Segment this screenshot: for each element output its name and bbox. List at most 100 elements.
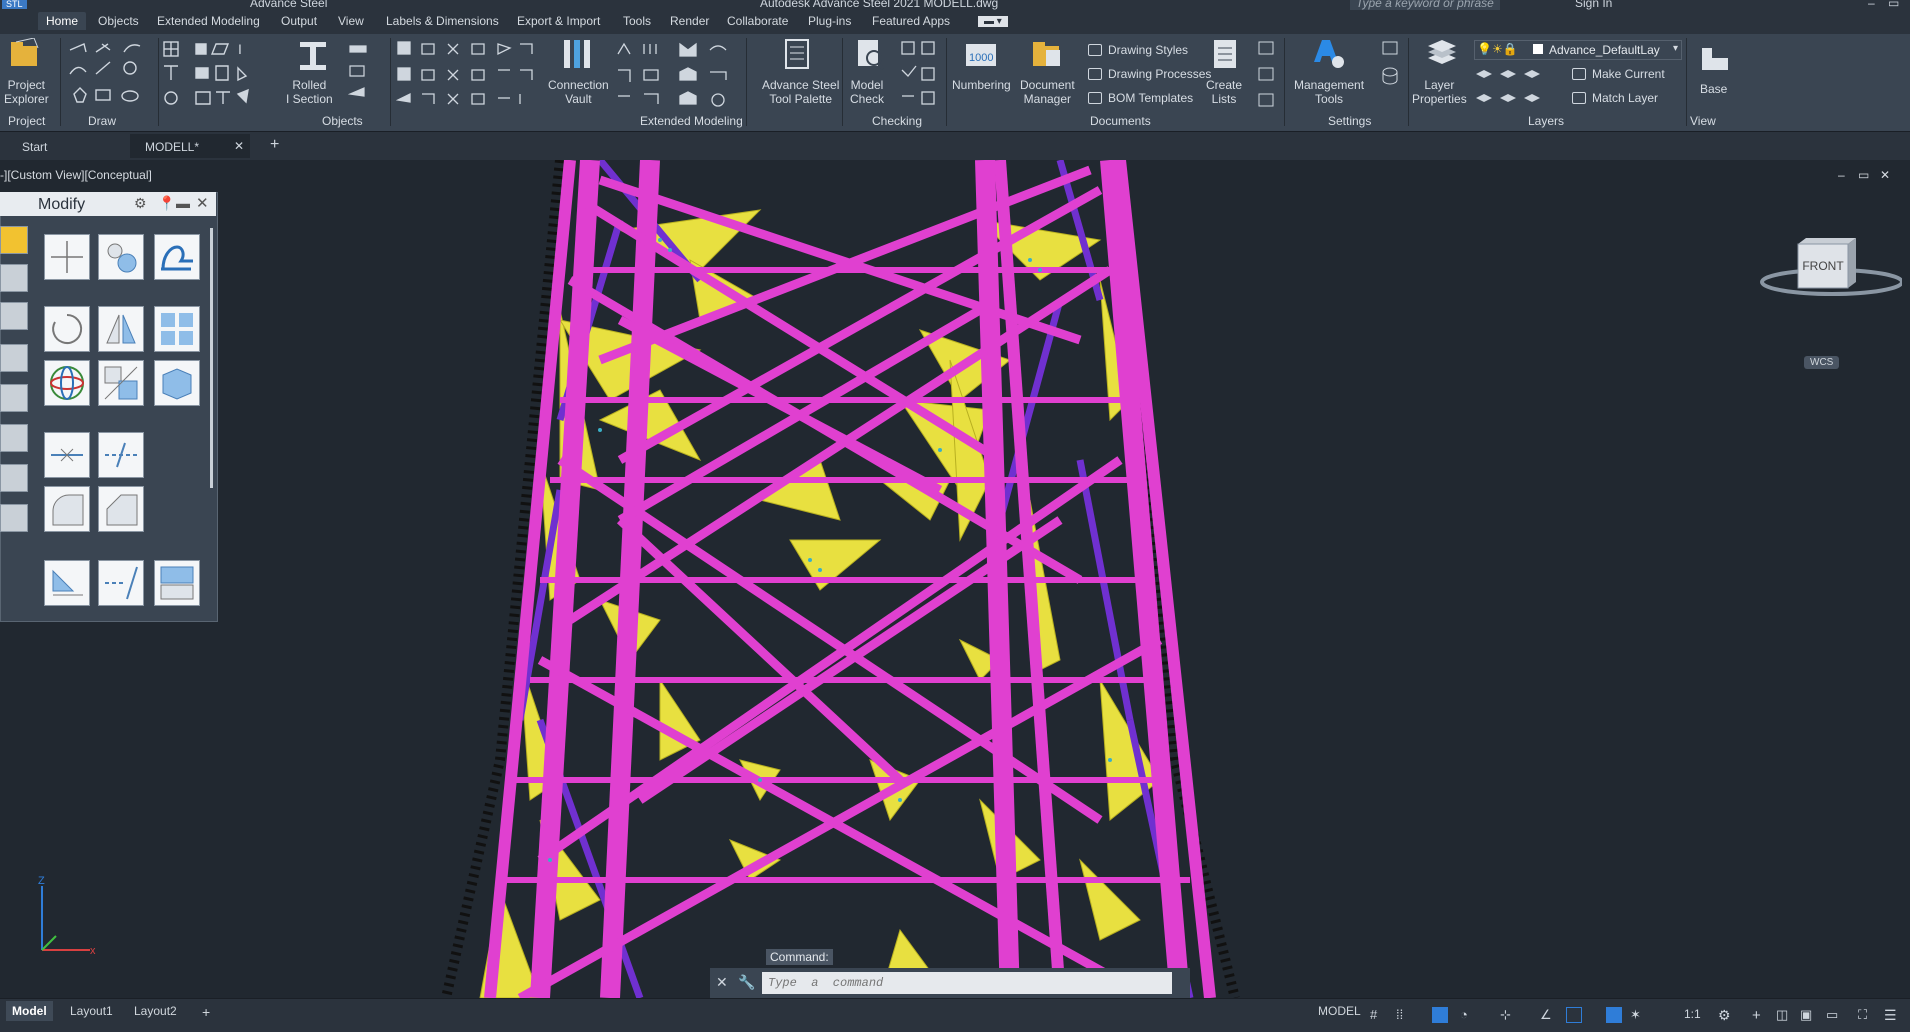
side-tool-stack-icon[interactable] xyxy=(0,424,28,452)
maximize-window-icon[interactable]: ▭ xyxy=(1888,0,1899,10)
customization-menu-icon[interactable]: ☰ xyxy=(1884,1007,1900,1023)
viewport-minimize-icon[interactable]: – xyxy=(1838,168,1845,182)
tab-extended-modeling[interactable]: Extended Modeling xyxy=(157,14,260,28)
tab-objects[interactable]: Objects xyxy=(98,14,139,28)
mirror-tool-icon[interactable] xyxy=(98,306,144,352)
array-tool-icon[interactable] xyxy=(154,306,200,352)
match-layer-button[interactable]: Match Layer xyxy=(1592,91,1658,105)
connection-vault-icon[interactable] xyxy=(560,38,594,70)
minimize-window-icon[interactable]: – xyxy=(1868,0,1875,10)
numbering-button[interactable]: Numbering xyxy=(952,78,1011,92)
extended-modeling-tools-icon[interactable] xyxy=(396,40,536,110)
model-check-icon[interactable] xyxy=(852,38,886,70)
drawing-styles-button[interactable]: Drawing Styles xyxy=(1108,43,1188,57)
match-layer-icon[interactable] xyxy=(1570,90,1588,106)
model-space-toggle[interactable]: MODEL xyxy=(1312,1001,1367,1021)
polar-icon[interactable]: ◔ xyxy=(1460,1007,1476,1023)
tab-featured-apps[interactable]: Featured Apps xyxy=(872,14,950,28)
selection-cycling-icon[interactable] xyxy=(1566,1007,1582,1023)
connection-vault-button[interactable]: Connection Vault xyxy=(548,78,609,106)
extend-tool-icon[interactable] xyxy=(98,560,144,606)
offset-tool-icon[interactable] xyxy=(154,234,200,280)
drawing-styles-icon[interactable] xyxy=(1086,42,1104,58)
project-explorer-icon[interactable] xyxy=(8,38,42,70)
layout-tab-layout2[interactable]: Layout2 xyxy=(128,1001,183,1021)
management-tools-button[interactable]: Management Tools xyxy=(1294,78,1364,106)
tab-collaborate[interactable]: Collaborate xyxy=(727,14,788,28)
annotation-visibility-icon[interactable] xyxy=(1606,1007,1622,1023)
copy-tool-icon[interactable] xyxy=(98,234,144,280)
advance-steel-tool-palette-icon[interactable] xyxy=(780,38,814,70)
make-current-button[interactable]: Make Current xyxy=(1592,67,1665,81)
create-lists-icon[interactable] xyxy=(1208,38,1242,70)
add-plus-icon[interactable]: + xyxy=(1752,1007,1768,1024)
join-tool-icon[interactable] xyxy=(44,432,90,478)
tab-output[interactable]: Output xyxy=(281,14,317,28)
bom-templates-button[interactable]: BOM Templates xyxy=(1108,91,1193,105)
draw-tools-icon[interactable] xyxy=(68,40,152,110)
drawing-processes-icon[interactable] xyxy=(1086,66,1104,82)
command-close-icon[interactable]: ✕ xyxy=(716,974,728,991)
layer-properties-button[interactable]: Layer Properties xyxy=(1412,78,1467,106)
tab-tools[interactable]: Tools xyxy=(623,14,651,28)
command-input[interactable] xyxy=(762,972,1172,994)
layer-dropdown[interactable]: 💡☀🔒 Advance_DefaultLay ▾ xyxy=(1474,40,1682,60)
layer-tools-icon[interactable] xyxy=(1474,64,1574,104)
annotation-scale[interactable]: 1:1 xyxy=(1684,1007,1708,1023)
close-tab-icon[interactable]: ✕ xyxy=(234,139,244,153)
tab-home[interactable]: Home xyxy=(38,12,87,30)
layer-properties-icon[interactable] xyxy=(1424,38,1458,70)
beam-tools-icon[interactable] xyxy=(348,40,380,110)
osnap-icon[interactable]: ⊹ xyxy=(1500,1007,1516,1023)
viewport-view-label[interactable]: -][Custom View][Conceptual] xyxy=(0,168,152,182)
document-manager-icon[interactable] xyxy=(1030,38,1064,70)
tab-plug-ins[interactable]: Plug-ins xyxy=(808,14,851,28)
management-tools-icon[interactable] xyxy=(1312,38,1346,70)
create-lists-button[interactable]: Create Lists xyxy=(1206,78,1242,106)
layout-tab-layout1[interactable]: Layout1 xyxy=(64,1001,119,1021)
auto-scale-icon[interactable]: ✶ xyxy=(1630,1007,1646,1023)
ribbon-minimize-icon[interactable]: ▬ ▾ xyxy=(978,16,1008,27)
grid-icon[interactable]: # xyxy=(1370,1007,1386,1023)
side-tool-person-icon[interactable] xyxy=(0,302,28,330)
base-view-icon[interactable] xyxy=(1698,42,1732,74)
palette-scrollbar[interactable] xyxy=(210,228,213,488)
modify-palette-header[interactable]: Modify ⚙ 📍 ▬ ✕ xyxy=(0,192,216,216)
document-manager-button[interactable]: Document Manager xyxy=(1020,78,1075,106)
ortho-icon[interactable] xyxy=(1432,1007,1448,1023)
model-check-button[interactable]: Model Check xyxy=(850,78,884,106)
box-3d-tool-icon[interactable] xyxy=(154,360,200,406)
fillet-tool-icon[interactable] xyxy=(44,486,90,532)
side-tool-list-icon[interactable] xyxy=(0,504,28,532)
drawing-processes-button[interactable]: Drawing Processes xyxy=(1108,67,1211,81)
make-current-icon[interactable] xyxy=(1570,66,1588,82)
side-tool-wrench-icon[interactable] xyxy=(0,264,28,292)
chamfer-tool-icon[interactable] xyxy=(98,486,144,532)
palette-pin-icon[interactable]: 📍 xyxy=(158,195,175,212)
side-tool-pencil-icon[interactable] xyxy=(0,226,28,254)
stretch-tool-icon[interactable] xyxy=(44,560,90,606)
tab-start[interactable]: Start xyxy=(22,140,47,154)
rolled-i-section-icon[interactable] xyxy=(296,40,330,72)
palette-settings-icon[interactable]: ⚙ xyxy=(134,195,147,212)
model-viewport[interactable]: FRONT WCS Z x – ▭ ✕ xyxy=(0,160,1910,998)
document-tools-icon[interactable] xyxy=(1256,40,1278,110)
sign-in-link[interactable]: Sign In xyxy=(1575,0,1612,10)
tab-modell[interactable]: MODELL* ✕ xyxy=(130,134,250,158)
rotate-3d-tool-icon[interactable] xyxy=(44,360,90,406)
side-tool-box-icon[interactable] xyxy=(0,384,28,412)
workspace-gear-icon[interactable]: ⚙ xyxy=(1718,1007,1734,1023)
fullscreen-icon[interactable]: ⛶ xyxy=(1858,1007,1874,1023)
move-tool-icon[interactable] xyxy=(44,234,90,280)
viewcube-widget[interactable]: FRONT xyxy=(1752,232,1902,322)
add-layout-icon[interactable]: + xyxy=(196,1001,216,1023)
advance-steel-tool-palette-button[interactable]: Advance Steel Tool Palette xyxy=(762,78,839,106)
extended-modeling-tools-2-icon[interactable] xyxy=(614,40,744,110)
clean-screen-icon[interactable]: ▭ xyxy=(1826,1007,1842,1023)
rotate-tool-icon[interactable] xyxy=(44,306,90,352)
layout-tab-model[interactable]: Model xyxy=(6,1001,53,1021)
side-tool-measure-icon[interactable] xyxy=(0,344,28,372)
viewport-restore-icon[interactable]: ▭ xyxy=(1858,168,1869,182)
app-badge[interactable]: STL xyxy=(2,0,27,9)
align-tool-icon[interactable] xyxy=(154,560,200,606)
